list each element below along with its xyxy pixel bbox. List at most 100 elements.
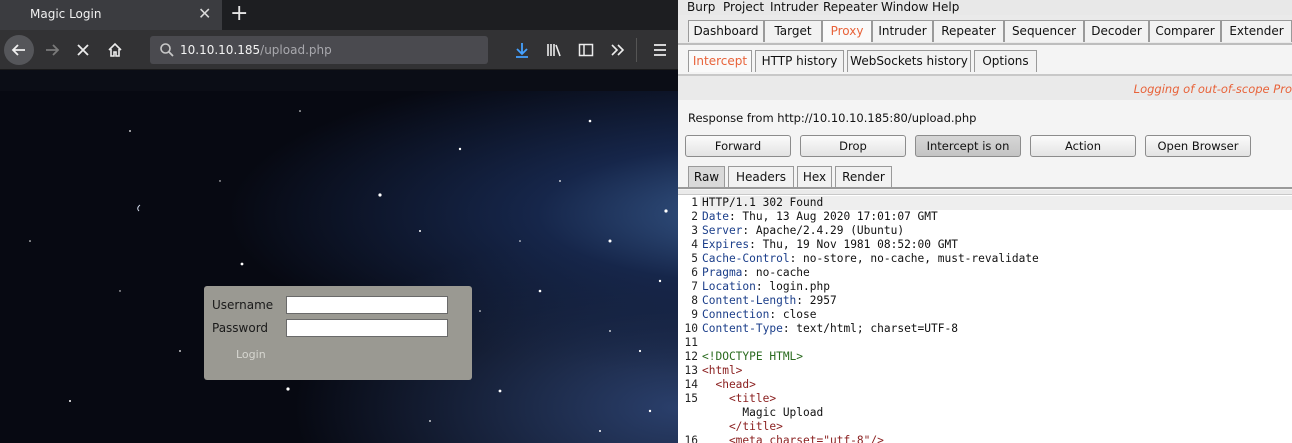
line-text: Magic Upload: [702, 406, 823, 420]
tab-close-icon[interactable]: ✕: [198, 4, 211, 23]
library-icon[interactable]: [540, 36, 568, 64]
line-value: : close: [769, 308, 817, 321]
intercept-toggle-button[interactable]: Intercept is on: [915, 135, 1021, 157]
line-value: : login.php: [755, 280, 830, 293]
line-number: 15: [684, 392, 698, 405]
password-input[interactable]: [286, 319, 448, 337]
header-name: Pragma: [702, 266, 743, 279]
back-arrow-icon[interactable]: [4, 35, 34, 65]
view-tab-divider: [678, 187, 1292, 189]
burp-menubar: Burp Project Intruder Repeater Window He…: [678, 0, 1292, 15]
hamburger-menu-icon[interactable]: [646, 36, 674, 64]
tab-options[interactable]: Options: [974, 50, 1037, 72]
header-name: Server: [702, 224, 743, 237]
forward-arrow-icon[interactable]: [38, 36, 66, 64]
response-line: 15 <title>: [678, 392, 1292, 406]
line-value: : Thu, 19 Nov 1981 08:52:00 GMT: [749, 238, 958, 251]
line-number: 10: [684, 322, 698, 335]
browser-navbar: 10.10.10.185/upload.php: [0, 30, 678, 70]
tab-http-history[interactable]: HTTP history: [755, 50, 844, 72]
line-value: <meta charset="utf-8"/>: [702, 434, 884, 443]
line-number: 2: [691, 210, 698, 223]
menu-window[interactable]: Window: [881, 0, 928, 14]
response-editor[interactable]: 1 HTTP/1.1 302 Found 2 Date: Thu, 13 Aug 20…: [678, 194, 1292, 443]
line-text: Server: Apache/2.4.29 (Ubuntu): [702, 224, 904, 238]
tab-render[interactable]: Render: [835, 166, 892, 188]
tab-raw[interactable]: Raw: [688, 166, 725, 188]
header-name: Expires: [702, 238, 750, 251]
login-form: Username Password Login: [204, 286, 472, 380]
line-text: <html>: [702, 364, 742, 378]
tab-proxy[interactable]: Proxy: [822, 20, 872, 42]
forward-button[interactable]: Forward: [685, 135, 791, 157]
line-number: 3: [691, 224, 698, 237]
browser-tabstrip: Magic Login ✕ +: [0, 0, 678, 30]
response-line: 11: [678, 336, 1292, 350]
tab-websockets-history[interactable]: WebSockets history: [847, 50, 971, 72]
tab-dashboard[interactable]: Dashboard: [688, 20, 764, 42]
url-bar[interactable]: 10.10.10.185/upload.php: [150, 36, 488, 64]
line-text: Date: Thu, 13 Aug 2020 17:01:07 GMT: [702, 210, 938, 224]
line-number: 9: [691, 308, 698, 321]
line-number: 13: [684, 364, 698, 377]
proxy-subtab-bar: Intercept HTTP history WebSockets histor…: [678, 45, 1292, 75]
overflow-chevron-icon[interactable]: [604, 36, 632, 64]
line-text: <title>: [702, 392, 776, 406]
search-icon: [160, 43, 174, 57]
header-name: Cache-Control: [702, 252, 790, 265]
tab-target[interactable]: Target: [764, 20, 822, 42]
response-line: Magic Upload: [678, 406, 1292, 420]
page-viewport: Username Password Login: [0, 91, 678, 443]
tab-repeater[interactable]: Repeater: [933, 20, 1004, 42]
line-value: : text/html; charset=UTF-8: [782, 322, 958, 335]
line-text: Cache-Control: no-store, no-cache, must-…: [702, 252, 1039, 266]
line-number: 12: [684, 350, 698, 363]
menu-repeater[interactable]: Repeater: [823, 0, 878, 14]
line-value: <title>: [702, 392, 777, 405]
menu-help[interactable]: Help: [932, 0, 959, 14]
response-line: 1 HTTP/1.1 302 Found: [678, 196, 1292, 210]
response-line: 7 Location: login.php: [678, 280, 1292, 294]
toolbar-separator: [636, 38, 637, 62]
tab-comparer[interactable]: Comparer: [1149, 20, 1221, 42]
new-tab-icon[interactable]: +: [230, 1, 248, 26]
tab-headers[interactable]: Headers: [728, 166, 794, 188]
tab-intercept[interactable]: Intercept: [688, 50, 752, 72]
action-button[interactable]: Action: [1030, 135, 1136, 157]
username-label: Username: [212, 298, 274, 312]
header-name: Connection: [702, 308, 770, 321]
url-host: 10.10.10.185: [180, 43, 261, 57]
line-value: <head>: [702, 378, 756, 391]
tab-extender[interactable]: Extender: [1221, 20, 1292, 42]
menu-project[interactable]: Project: [723, 0, 764, 14]
response-line: 16 <meta charset="utf-8"/>: [678, 434, 1292, 443]
response-line: 8 Content-Length: 2957: [678, 294, 1292, 308]
download-icon[interactable]: [508, 36, 536, 64]
line-value: Magic Upload: [702, 406, 824, 419]
browser-tab[interactable]: Magic Login ✕: [0, 0, 222, 30]
sidebar-icon[interactable]: [572, 36, 600, 64]
menu-intruder[interactable]: Intruder: [770, 0, 818, 14]
response-line: 10 Content-Type: text/html; charset=UTF-8: [678, 322, 1292, 336]
stop-icon[interactable]: [69, 36, 97, 64]
firefox-window: Magic Login ✕ + 10.10.10.185/upload.php: [0, 0, 678, 443]
response-line: 9 Connection: close: [678, 308, 1292, 322]
url-path: /upload.php: [260, 43, 332, 57]
login-button[interactable]: Login: [236, 348, 266, 361]
line-number: 8: [691, 294, 698, 307]
line-value: : 2957: [796, 294, 837, 307]
tab-sequencer[interactable]: Sequencer: [1004, 20, 1084, 42]
open-browser-button[interactable]: Open Browser: [1145, 135, 1251, 157]
username-input[interactable]: [286, 296, 448, 314]
line-text: Content-Length: 2957: [702, 294, 837, 308]
main-tab-bar: Dashboard Target Proxy Intruder Repeater…: [678, 20, 1292, 44]
line-number: 14: [684, 378, 698, 391]
menu-burp[interactable]: Burp: [687, 0, 715, 14]
tab-decoder[interactable]: Decoder: [1084, 20, 1149, 42]
tab-intruder[interactable]: Intruder: [872, 20, 933, 42]
tab-hex[interactable]: Hex: [797, 166, 832, 188]
line-value: HTTP/1.1 302 Found: [702, 196, 824, 209]
line-text: HTTP/1.1 302 Found: [702, 196, 823, 210]
home-icon[interactable]: [101, 36, 129, 64]
drop-button[interactable]: Drop: [800, 135, 906, 157]
